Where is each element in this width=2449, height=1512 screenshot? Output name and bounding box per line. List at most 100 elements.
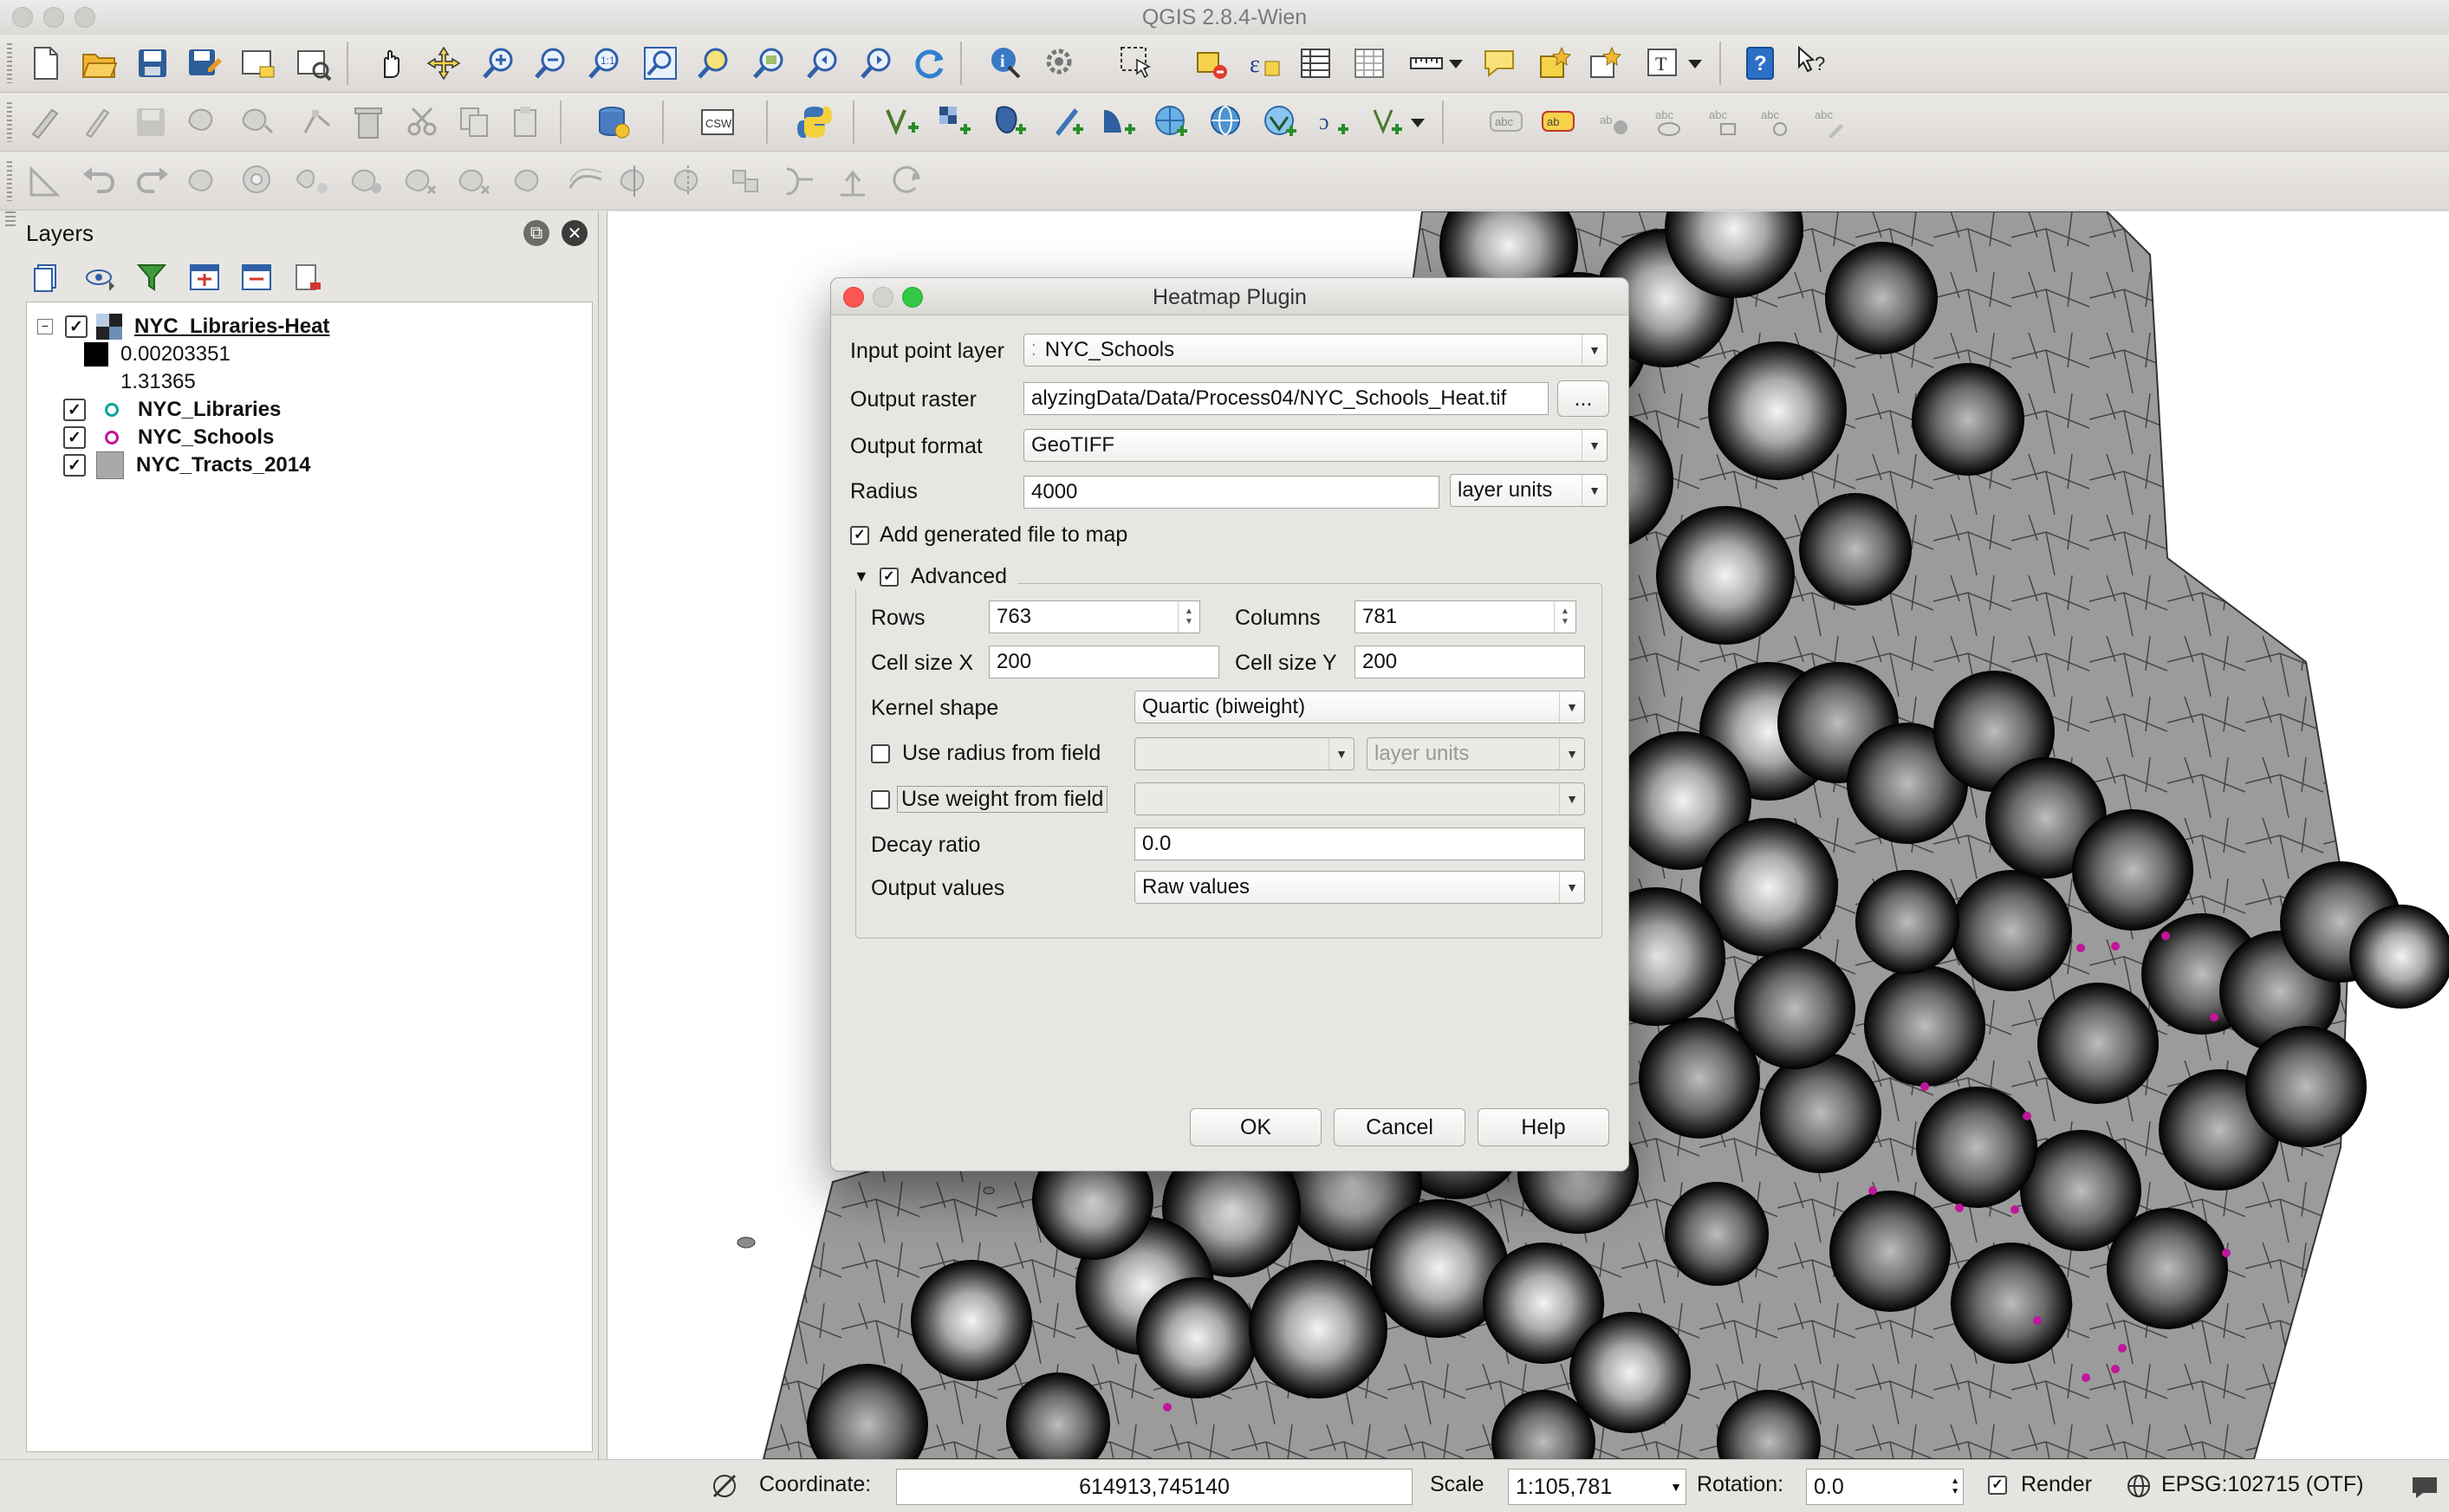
- simplify-feature-icon[interactable]: [187, 162, 225, 200]
- label-highlight-icon[interactable]: ab: [1539, 103, 1577, 141]
- measure-line-icon[interactable]: [1407, 44, 1445, 82]
- coordinate-toggle-icon[interactable]: [709, 1470, 740, 1502]
- annotation-dropdown-icon[interactable]: [1685, 44, 1705, 82]
- new-layer-dropdown-icon[interactable]: [1407, 103, 1428, 141]
- open-project-icon[interactable]: [80, 44, 118, 82]
- layer-row-tracts[interactable]: ✓ NYC_Tracts_2014: [63, 451, 310, 479]
- new-bookmark-icon[interactable]: [1536, 44, 1574, 82]
- attribute-table-icon[interactable]: [1296, 44, 1335, 82]
- current-edits-icon[interactable]: [26, 103, 64, 141]
- panel-float-icon[interactable]: ⧉: [523, 220, 549, 246]
- render-checkbox[interactable]: ✓: [1988, 1476, 2007, 1495]
- layer-visibility-checkbox[interactable]: ✓: [63, 426, 86, 449]
- fill-ring-icon[interactable]: [350, 162, 388, 200]
- toolbar-handle[interactable]: [7, 161, 12, 201]
- layer-row-libraries[interactable]: ✓ NYC_Libraries: [63, 396, 281, 424]
- rotate-feature-icon[interactable]: [889, 162, 927, 200]
- rotation-stepper[interactable]: ▲ ▼: [1951, 1476, 1959, 1497]
- coordinate-field[interactable]: 614913,745140: [896, 1469, 1413, 1505]
- new-shapefile-layer-icon[interactable]: [1371, 103, 1409, 141]
- help-button[interactable]: Help: [1478, 1108, 1609, 1146]
- split-features-icon[interactable]: [619, 162, 657, 200]
- help-contents-icon[interactable]: ?: [1742, 44, 1780, 82]
- delete-selected-icon[interactable]: [350, 103, 388, 141]
- measure-dropdown-icon[interactable]: [1445, 44, 1466, 82]
- cancel-button[interactable]: Cancel: [1334, 1108, 1465, 1146]
- pan-to-selection-icon[interactable]: [425, 44, 463, 82]
- add-raster-layer-icon[interactable]: [936, 103, 974, 141]
- delete-ring-icon[interactable]: [404, 162, 442, 200]
- manage-visibility-icon[interactable]: [83, 260, 118, 295]
- zoom-out-icon[interactable]: [532, 44, 570, 82]
- panel-drag-handle[interactable]: [5, 211, 16, 229]
- zoom-last-icon[interactable]: [804, 44, 842, 82]
- browse-output-button[interactable]: ...: [1557, 380, 1609, 417]
- layer-visibility-checkbox[interactable]: ✓: [63, 399, 86, 421]
- add-delimited-text-layer-icon[interactable]: ɔ: [1315, 103, 1354, 141]
- cell-size-x-input[interactable]: 200: [989, 646, 1219, 678]
- zoom-next-icon[interactable]: [858, 44, 896, 82]
- merge-attributes-icon[interactable]: [780, 162, 818, 200]
- whats-this-icon[interactable]: ?: [1794, 44, 1832, 82]
- cut-features-icon[interactable]: [404, 103, 442, 141]
- crs-globe-icon[interactable]: [2127, 1474, 2151, 1498]
- redo-icon[interactable]: [133, 162, 172, 200]
- show-bookmarks-icon[interactable]: [1586, 44, 1624, 82]
- columns-stepper[interactable]: ▲ ▼: [1554, 601, 1575, 633]
- pin-labels-icon[interactable]: ab: [1596, 103, 1634, 141]
- output-raster-input[interactable]: alyzingData/Data/Process04/NYC_Schools_H…: [1023, 382, 1549, 415]
- zoom-native-icon[interactable]: 1:1: [586, 44, 624, 82]
- add-part-icon[interactable]: [295, 162, 333, 200]
- add-group-icon[interactable]: [31, 260, 66, 295]
- remove-layer-icon[interactable]: [291, 260, 326, 295]
- kernel-shape-combo[interactable]: Quartic (biweight) ▼: [1134, 691, 1585, 724]
- add-to-map-checkbox[interactable]: ✓: [850, 525, 869, 545]
- deselect-features-icon[interactable]: [1192, 44, 1231, 82]
- expand-all-icon[interactable]: [187, 260, 222, 295]
- merge-features-icon[interactable]: [728, 162, 766, 200]
- change-label-icon[interactable]: abc: [1809, 103, 1848, 141]
- add-mssql-layer-icon[interactable]: [1101, 103, 1139, 141]
- add-spatialite-layer-icon[interactable]: [1049, 103, 1087, 141]
- text-annotation-icon[interactable]: T: [1645, 44, 1683, 82]
- pan-map-icon[interactable]: [373, 44, 411, 82]
- rotation-spinbox[interactable]: 0.0 ▲ ▼: [1806, 1469, 1964, 1505]
- paste-features-icon[interactable]: [508, 103, 546, 141]
- use-weight-field-checkbox[interactable]: [871, 789, 890, 809]
- scale-combo[interactable]: 1:105,781 ▼: [1508, 1469, 1686, 1505]
- panel-close-icon[interactable]: ✕: [562, 220, 588, 246]
- layer-visibility-checkbox[interactable]: ✓: [65, 315, 88, 338]
- save-as-icon[interactable]: [185, 44, 224, 82]
- output-values-combo[interactable]: Raw values ▼: [1134, 871, 1585, 904]
- advanced-header[interactable]: ▼ ✓ Advanced: [854, 564, 1018, 589]
- zoom-to-selection-icon[interactable]: [695, 44, 733, 82]
- toggle-editing-icon[interactable]: [78, 103, 116, 141]
- rows-stepper[interactable]: ▲ ▼: [1178, 601, 1199, 633]
- show-hide-labels-icon[interactable]: abc: [1650, 103, 1688, 141]
- columns-spinbox[interactable]: 781 ▲ ▼: [1354, 600, 1576, 633]
- run-feature-action-icon[interactable]: [1042, 44, 1080, 82]
- collapse-toggle-icon[interactable]: −: [37, 319, 53, 334]
- csw-icon[interactable]: CSW: [698, 103, 737, 141]
- add-to-map-option[interactable]: ✓ Add generated file to map: [850, 522, 1127, 548]
- filter-legend-icon[interactable]: [135, 260, 170, 295]
- statistical-summary-icon[interactable]: [1350, 44, 1388, 82]
- zoom-full-icon[interactable]: [641, 44, 679, 82]
- rows-spinbox[interactable]: 763 ▲ ▼: [989, 600, 1200, 633]
- messages-icon[interactable]: [2409, 1470, 2440, 1502]
- zoom-to-layer-icon[interactable]: [750, 44, 789, 82]
- composer-manager-icon[interactable]: [295, 44, 333, 82]
- rotate-label-icon[interactable]: abc: [1756, 103, 1794, 141]
- layer-labeling-icon[interactable]: abc: [1487, 103, 1525, 141]
- output-format-combo[interactable]: GeoTIFF ▼: [1023, 429, 1608, 462]
- save-layer-edits-icon[interactable]: [132, 103, 170, 141]
- db-manager-icon[interactable]: [594, 103, 633, 141]
- input-point-layer-combo[interactable]: ⁚ NYC_Schools ▼: [1023, 334, 1608, 367]
- layer-row-schools[interactable]: ✓ NYC_Schools: [63, 424, 274, 451]
- select-features-icon[interactable]: [1118, 44, 1156, 82]
- refresh-icon[interactable]: [910, 44, 948, 82]
- split-parts-icon[interactable]: [672, 162, 711, 200]
- layer-row-libraries-heat[interactable]: − ✓ NYC_Libraries-Heat: [37, 313, 329, 341]
- python-console-icon[interactable]: [796, 103, 834, 141]
- add-postgis-layer-icon[interactable]: [991, 103, 1030, 141]
